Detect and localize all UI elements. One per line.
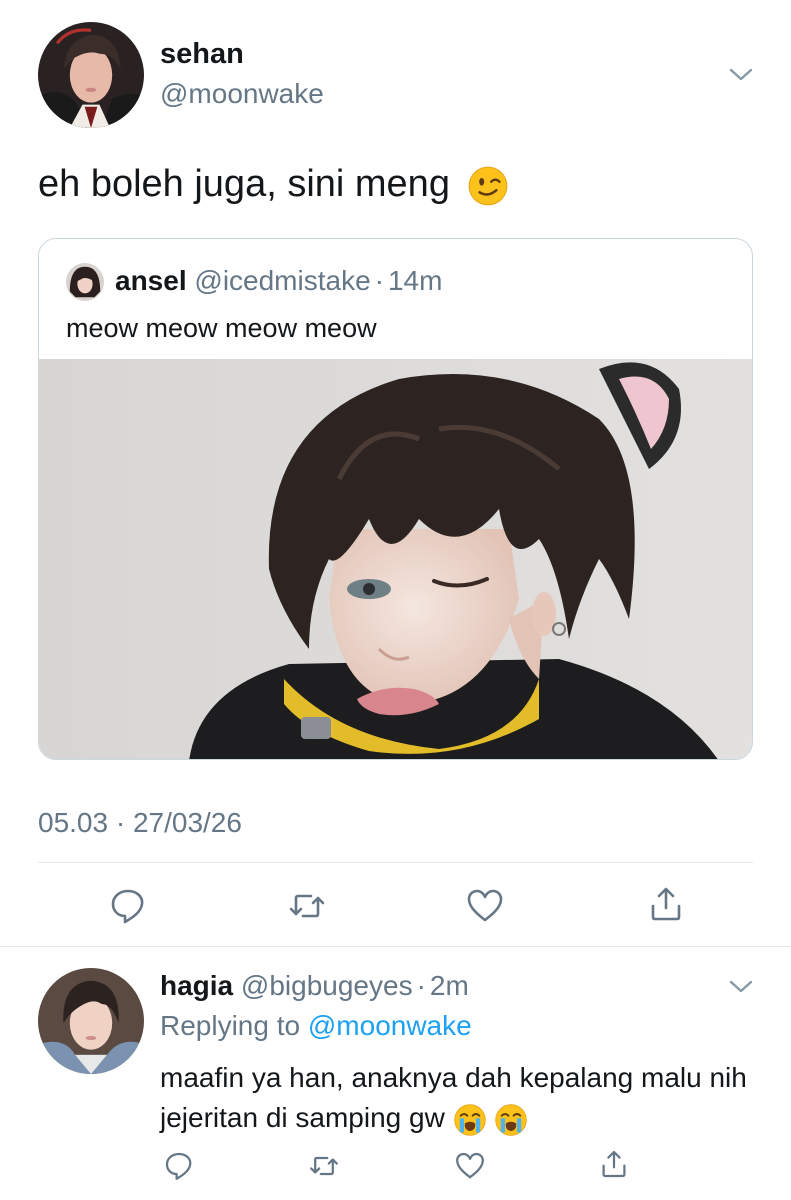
quoted-tweet-text: meow meow meow meow [66,313,377,343]
reply-author-handle[interactable]: @bigbugeyes [241,970,413,1001]
replying-to-mention[interactable]: @moonwake [308,1010,472,1041]
reply-time[interactable]: 2m [430,970,469,1001]
quoted-avatar-image [66,263,104,301]
reply-author-display-name[interactable]: hagia [160,970,233,1001]
like-icon[interactable] [454,1150,486,1182]
quoted-author-avatar[interactable] [66,263,104,301]
quoted-tweet-photo[interactable] [39,359,752,759]
tweet-text-content: eh boleh juga, sini meng [38,163,450,205]
quoted-author-handle[interactable]: @icedmistake [194,265,370,296]
chevron-down-icon[interactable] [728,66,754,84]
loudly-crying-face-emoji-icon [494,1103,528,1137]
replying-to-label: Replying to [160,1010,301,1041]
share-icon[interactable] [598,1148,630,1180]
retweet-icon[interactable] [287,886,327,926]
replying-to-line: Replying to @moonwake [160,1010,472,1042]
divider [38,862,753,863]
tweet-timestamp[interactable]: 05.03 · 27/03/26 [38,807,242,839]
share-icon[interactable] [646,884,686,924]
author-avatar[interactable] [38,22,144,128]
reply-header: hagia @bigbugeyes · 2m [160,970,469,1002]
meta-separator: · [374,265,384,296]
winking-face-emoji-icon [467,165,509,207]
quoted-tweet-time[interactable]: 14m [388,265,442,296]
quoted-tweet-card[interactable]: ansel @icedmistake · 14m meow meow meow me… [38,238,753,760]
author-handle[interactable]: @moonwake [160,78,324,110]
quoted-tweet-header: ansel @icedmistake · 14m [115,265,442,297]
divider [0,946,791,947]
quoted-author-display-name[interactable]: ansel [115,265,187,296]
loudly-crying-face-emoji-icon [453,1103,487,1137]
reply-text: maafin ya han, anaknya dah kepalang malu… [160,1058,770,1138]
chevron-down-icon[interactable] [728,978,754,996]
reply-author-avatar[interactable] [38,968,144,1074]
quoted-photo-image [39,359,752,759]
retweet-icon[interactable] [308,1150,340,1182]
like-icon[interactable] [465,886,505,926]
reply-icon[interactable] [163,1150,195,1182]
reply-avatar-image [38,968,144,1074]
author-display-name[interactable]: sehan [160,38,244,71]
author-avatar-image [38,22,144,128]
reply-icon[interactable] [108,886,148,926]
tweet-text: eh boleh juga, sini meng [38,163,509,207]
meta-separator: · [416,970,426,1001]
